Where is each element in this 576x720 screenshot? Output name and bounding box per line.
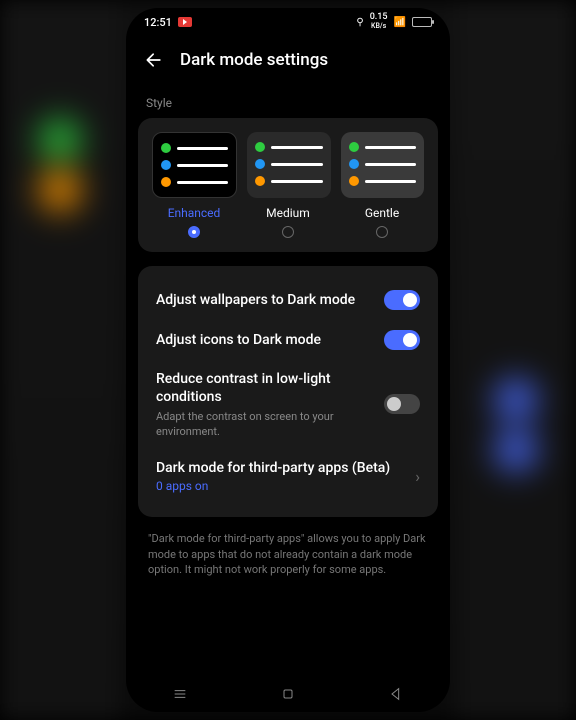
setting-thirdparty[interactable]: Dark mode for third-party apps (Beta) 0 …: [152, 449, 424, 503]
contrast-subtitle: Adapt the contrast on screen to your env…: [156, 410, 374, 439]
style-label-medium: Medium: [246, 206, 330, 220]
style-card: Enhanced Medium Gentle: [138, 118, 438, 252]
phone-frame: 12:51 ⚲ 0.15KB/s 📶 Dark mode settings St…: [126, 8, 450, 712]
thirdparty-link: 0 apps on: [156, 479, 405, 493]
icons-toggle[interactable]: [384, 330, 420, 350]
wallpapers-title: Adjust wallpapers to Dark mode: [156, 291, 374, 309]
contrast-toggle[interactable]: [384, 394, 420, 414]
page-title: Dark mode settings: [180, 50, 328, 70]
status-time: 12:51: [144, 16, 172, 29]
style-thumb-medium[interactable]: [247, 132, 330, 198]
page-header: Dark mode settings: [126, 32, 450, 78]
nav-back-icon[interactable]: [388, 686, 404, 702]
contrast-title: Reduce contrast in low-light conditions: [156, 370, 374, 406]
nav-home-icon[interactable]: [280, 686, 296, 702]
thirdparty-title: Dark mode for third-party apps (Beta): [156, 459, 405, 477]
nav-recent-icon[interactable]: [172, 686, 188, 702]
footnote-text: "Dark mode for third-party apps" allows …: [126, 531, 450, 577]
style-label-gentle: Gentle: [340, 206, 424, 220]
style-label-enhanced: Enhanced: [152, 206, 236, 220]
style-thumb-enhanced[interactable]: [152, 132, 237, 198]
style-radio-gentle[interactable]: [376, 226, 388, 238]
chevron-right-icon: ›: [415, 467, 420, 486]
net-speed: 0.15KB/s: [370, 13, 388, 31]
style-radio-medium[interactable]: [282, 226, 294, 238]
back-arrow-icon[interactable]: [144, 50, 164, 70]
setting-contrast[interactable]: Reduce contrast in low-light conditions …: [152, 360, 424, 449]
style-section-label: Style: [126, 78, 450, 118]
wallpapers-toggle[interactable]: [384, 290, 420, 310]
setting-wallpapers[interactable]: Adjust wallpapers to Dark mode: [152, 280, 424, 320]
battery-icon: [412, 17, 432, 27]
style-thumb-gentle[interactable]: [341, 132, 424, 198]
youtube-icon: [178, 17, 192, 27]
setting-icons[interactable]: Adjust icons to Dark mode: [152, 320, 424, 360]
style-radio-enhanced[interactable]: [188, 226, 200, 238]
status-bar: 12:51 ⚲ 0.15KB/s 📶: [126, 8, 450, 32]
icons-title: Adjust icons to Dark mode: [156, 331, 374, 349]
bluetooth-icon: ⚲: [356, 17, 363, 28]
settings-card: Adjust wallpapers to Dark mode Adjust ic…: [138, 266, 438, 517]
signal-icon: 📶: [394, 17, 406, 28]
nav-bar: [126, 676, 450, 712]
